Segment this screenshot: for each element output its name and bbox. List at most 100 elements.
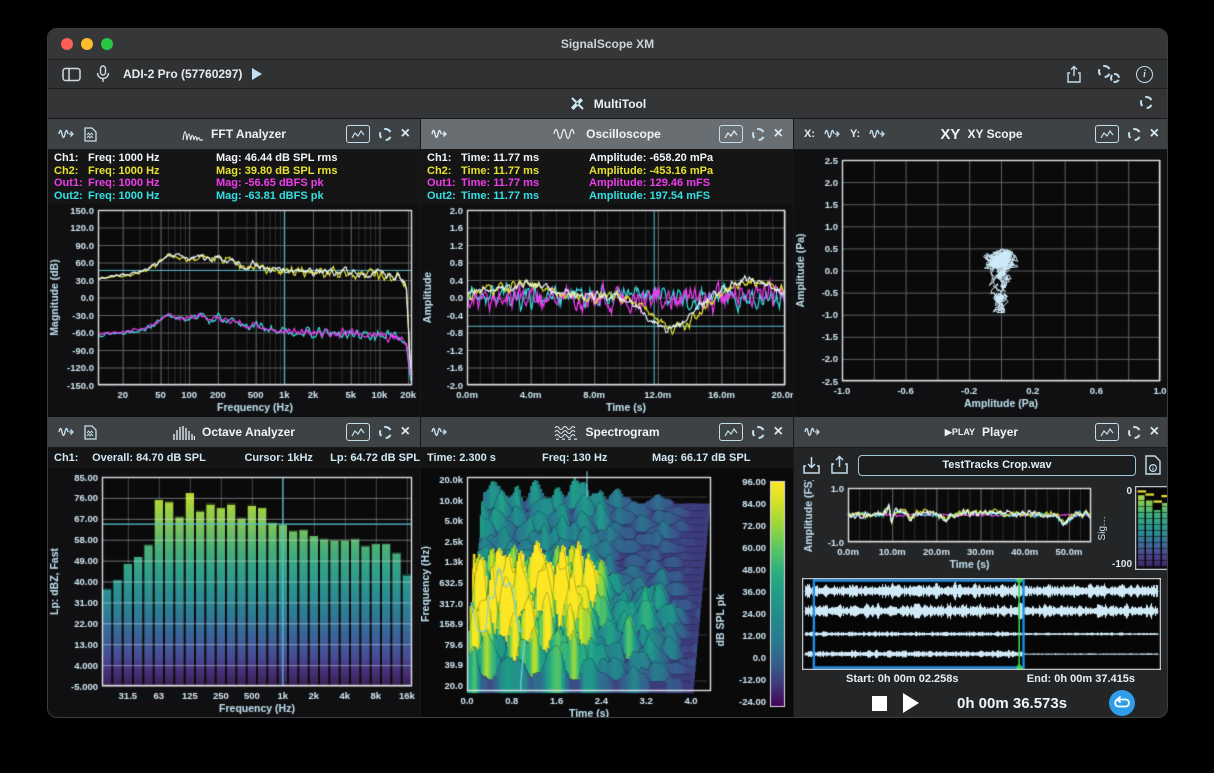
player-panel: ▶PLAY Player × TestTracks Cr	[794, 417, 1168, 718]
readout-row: Out1:Freq: 1000 HzMag: -56.65 dBFS pk	[54, 177, 420, 190]
y-input-signal-icon[interactable]	[869, 127, 886, 141]
panel-title: FFT Analyzer	[211, 127, 286, 141]
gear-icon[interactable]	[1128, 426, 1141, 439]
spectrogram-icon	[554, 424, 578, 440]
input-signal-icon[interactable]	[431, 127, 448, 141]
import-file-icon[interactable]	[802, 455, 821, 475]
close-icon[interactable]: ×	[1150, 127, 1159, 141]
oscilloscope-panel: Oscilloscope × Ch1:Time: 11.77 msAmplitu…	[421, 119, 794, 417]
gear-icon[interactable]	[752, 128, 765, 141]
meter-max-label: 0	[1109, 486, 1132, 497]
signal-meter: Sig… 0 -100	[1097, 480, 1168, 576]
title-bar[interactable]: SignalScope XM	[48, 29, 1167, 60]
readout-row: Out1:Time: 11.77 msAmplitude: 129.46 mFS	[427, 177, 793, 190]
fft-readouts: Ch1:Freq: 1000 HzMag: 46.44 dB SPL rms C…	[48, 150, 420, 204]
readout-row: Out2:Freq: 1000 HzMag: -63.81 dBFS pk	[54, 190, 420, 203]
chart-style-button[interactable]	[346, 125, 370, 143]
stop-button[interactable]	[872, 696, 887, 711]
level-meter-canvas	[1135, 486, 1168, 570]
selection-end-label: End: 0h 00m 37.415s	[1027, 673, 1135, 685]
panel-title: Player	[982, 425, 1018, 439]
tools-settings-icon[interactable]	[1098, 65, 1120, 83]
spectrogram-chart-canvas[interactable]	[421, 469, 793, 718]
waveform-overview-canvas[interactable]	[802, 578, 1161, 670]
close-icon[interactable]: ×	[401, 127, 410, 141]
chart-style-button[interactable]	[719, 423, 743, 441]
play-button[interactable]	[903, 693, 919, 713]
close-icon[interactable]: ×	[774, 127, 783, 141]
fft-panel-header[interactable]: FFT Analyzer ×	[48, 119, 420, 150]
input-signal-icon[interactable]	[804, 425, 821, 439]
panel-title: XY Scope	[967, 127, 1022, 141]
x-input-label: X:	[804, 128, 815, 140]
loaded-file-name[interactable]: TestTracks Crop.wav	[858, 455, 1136, 476]
xy-icon: XY	[940, 126, 960, 143]
snapshot-document-icon[interactable]	[84, 127, 97, 142]
snapshot-document-icon[interactable]	[84, 425, 97, 440]
multitool-gear-icon[interactable]	[1140, 96, 1153, 109]
chart-style-button[interactable]	[346, 423, 370, 441]
input-signal-icon[interactable]	[58, 425, 75, 439]
readout-row: Out2:Time: 11.77 msAmplitude: 197.54 mFS	[427, 190, 793, 203]
play-icon: ▶PLAY	[945, 427, 975, 438]
device-name[interactable]: ADI-2 Pro (57760297)	[123, 67, 242, 81]
y-input-label: Y:	[850, 128, 860, 140]
chart-style-button[interactable]	[1095, 423, 1119, 441]
panel-title: Octave Analyzer	[202, 425, 295, 439]
info-icon[interactable]: i	[1136, 66, 1153, 83]
multitool-bar: MultiTool	[48, 89, 1167, 119]
fft-chart-canvas[interactable]	[48, 204, 420, 419]
player-panel-header[interactable]: ▶PLAY Player ×	[794, 417, 1168, 448]
multitool-label[interactable]: MultiTool	[594, 97, 646, 111]
xy-chart-canvas[interactable]	[794, 150, 1168, 417]
loop-button[interactable]	[1109, 690, 1135, 716]
share-icon[interactable]	[1066, 65, 1082, 84]
app-window: SignalScope XM ADI-2 Pro (57760297) i	[47, 28, 1168, 718]
oscilloscope-chart-canvas[interactable]	[421, 204, 793, 419]
microphone-icon[interactable]	[95, 65, 111, 84]
close-icon[interactable]: ×	[1150, 425, 1159, 439]
player-waveform-chart-canvas[interactable]	[802, 480, 1097, 576]
file-info-icon[interactable]	[1145, 455, 1161, 475]
input-signal-icon[interactable]	[58, 127, 75, 141]
fft-icon	[182, 127, 204, 141]
sidebar-toggle-icon[interactable]	[62, 67, 81, 82]
start-capture-icon[interactable]	[252, 68, 262, 80]
spectrogram-readout: Time: 2.300 s Freq: 130 Hz Mag: 66.17 dB…	[421, 448, 793, 469]
readout-row: Ch2:Time: 11.77 msAmplitude: -453.16 mPa	[427, 165, 793, 178]
chart-style-button[interactable]	[719, 125, 743, 143]
octave-bars-icon	[173, 425, 195, 440]
oscilloscope-panel-header[interactable]: Oscilloscope ×	[421, 119, 793, 150]
meter-min-label: -100	[1109, 559, 1132, 570]
x-input-signal-icon[interactable]	[824, 127, 841, 141]
gear-icon[interactable]	[752, 426, 765, 439]
main-toolbar: ADI-2 Pro (57760297) i	[48, 60, 1167, 89]
panel-title: Spectrogram	[585, 425, 659, 439]
close-icon[interactable]: ×	[774, 425, 783, 439]
octave-readout: Ch1: Overall: 84.70 dB SPL Cursor: 1kHz …	[48, 448, 420, 469]
chart-style-button[interactable]	[1095, 125, 1119, 143]
readout-row: Ch2:Freq: 1000 HzMag: 39.80 dB SPL rms	[54, 165, 420, 178]
gear-icon[interactable]	[379, 128, 392, 141]
close-icon[interactable]: ×	[401, 425, 410, 439]
oscilloscope-icon	[553, 127, 579, 141]
multitool-icon	[569, 95, 586, 112]
xy-scope-panel-header[interactable]: X: Y: XY XY Scope ×	[794, 119, 1168, 150]
input-signal-icon[interactable]	[431, 425, 448, 439]
signal-meter-label: Sig…	[1097, 516, 1108, 540]
xy-scope-panel: X: Y: XY XY Scope ×	[794, 119, 1168, 417]
readout-row: Ch1:Time: 11.77 msAmplitude: -658.20 mPa	[427, 152, 793, 165]
gear-icon[interactable]	[1128, 128, 1141, 141]
spectrogram-panel-header[interactable]: Spectrogram ×	[421, 417, 793, 448]
window-title: SignalScope XM	[48, 37, 1167, 51]
selection-start-label: Start: 0h 00m 02.258s	[846, 673, 959, 685]
export-share-icon[interactable]	[830, 455, 849, 475]
oscilloscope-readouts: Ch1:Time: 11.77 msAmplitude: -658.20 mPa…	[421, 150, 793, 204]
octave-analyzer-panel: Octave Analyzer × Ch1: Overall: 84.70 dB…	[48, 417, 421, 718]
playback-time: 0h 00m 36.573s	[957, 695, 1067, 712]
octave-chart-canvas[interactable]	[48, 469, 420, 718]
panel-title: Oscilloscope	[586, 127, 661, 141]
octave-panel-header[interactable]: Octave Analyzer ×	[48, 417, 420, 448]
readout-row: Ch1:Freq: 1000 HzMag: 46.44 dB SPL rms	[54, 152, 420, 165]
gear-icon[interactable]	[379, 426, 392, 439]
